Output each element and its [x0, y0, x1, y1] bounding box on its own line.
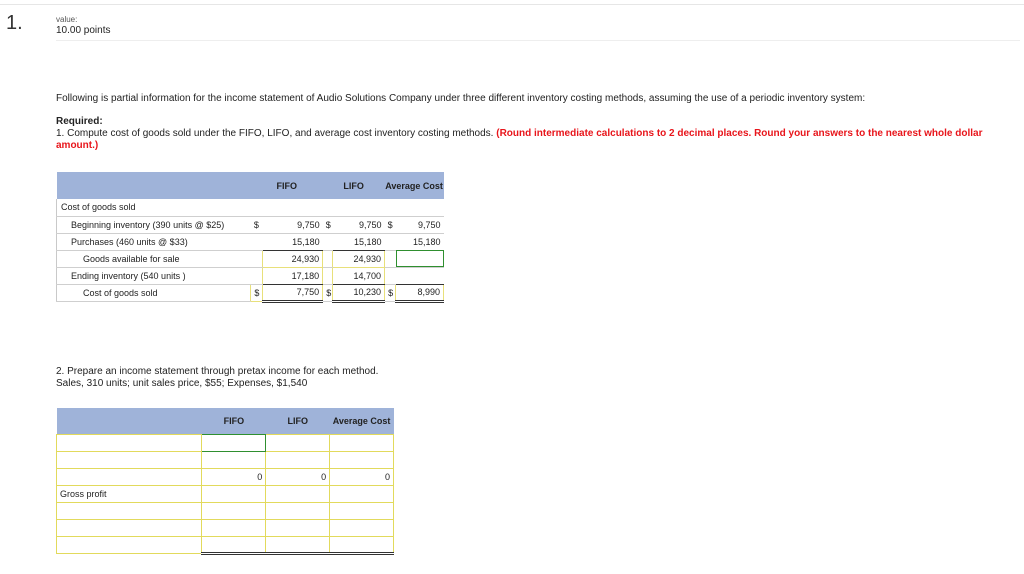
lifo-beginning-inventory: 9,750 — [332, 216, 385, 234]
row-label: Goods available for sale — [55, 250, 251, 268]
avg-goods-available-input[interactable] — [395, 250, 444, 268]
fifo-input[interactable] — [201, 518, 267, 537]
row-label-input[interactable] — [55, 535, 203, 554]
lifo-purchases: 15,180 — [332, 233, 385, 251]
row-label: Beginning inventory (390 units @ $25) — [55, 216, 251, 234]
part2-line2: Sales, 310 units; unit sales price, $55;… — [56, 378, 308, 389]
section-label: Cost of goods sold — [55, 199, 251, 217]
table-row: Goods available for sale 24,930 24,930 — [55, 249, 444, 268]
lifo-ending-inventory-input[interactable]: 14,700 — [332, 266, 386, 285]
row-label: Gross profit — [55, 484, 203, 503]
avg-input[interactable] — [329, 501, 394, 520]
fifo-cogs-input[interactable]: 7,750 — [262, 283, 324, 303]
lifo-input[interactable] — [265, 484, 331, 503]
table-row: Cost of goods sold $ 7,750 $ 10,230 $ 8,… — [55, 283, 444, 303]
header-average-cost: Average Cost — [384, 172, 444, 199]
fifo-ending-inventory-input[interactable]: 17,180 — [262, 266, 324, 285]
table-row: Beginning inventory (390 units @ $25) $ … — [55, 216, 444, 234]
fifo-input[interactable] — [201, 484, 267, 503]
avg-input[interactable] — [329, 450, 394, 469]
dollar-sign — [384, 250, 396, 268]
lifo-input[interactable] — [265, 535, 331, 555]
header-lifo: LIFO — [322, 172, 385, 199]
dollar-sign: $ — [384, 284, 396, 302]
fifo-input[interactable] — [201, 501, 267, 520]
table-row: Purchases (460 units @ $33) 15,180 15,18… — [55, 233, 444, 251]
dollar-sign: $ — [322, 284, 333, 302]
fifo-input[interactable] — [201, 450, 267, 469]
avg-cogs-input[interactable]: 8,990 — [395, 283, 444, 303]
part1-instructions: 1. Compute cost of goods sold under the … — [56, 128, 1016, 152]
row-label-input[interactable] — [55, 518, 203, 537]
dollar-sign — [322, 233, 333, 251]
part2-line1: 2. Prepare an income statement through p… — [56, 366, 379, 377]
required-heading: Required: — [56, 116, 103, 127]
income-statement-table: FIFO LIFO Average Cost 0 0 0 Gross profi… — [55, 408, 394, 555]
avg-input[interactable] — [329, 484, 394, 503]
avg-purchases: 15,180 — [395, 233, 444, 251]
avg-beginning-inventory: 9,750 — [395, 216, 444, 234]
lifo-input[interactable] — [265, 501, 331, 520]
dollar-sign: $ — [250, 283, 264, 302]
dollar-sign — [384, 233, 396, 251]
row-label: Purchases (460 units @ $33) — [55, 233, 251, 251]
header-blank — [56, 172, 251, 199]
row-label-input[interactable] — [55, 450, 203, 469]
table-row — [55, 433, 394, 452]
table-row — [55, 518, 394, 537]
row-label: Ending inventory (540 units ) — [55, 267, 251, 285]
value-label: value: — [56, 15, 78, 24]
dollar-sign — [250, 267, 263, 285]
intro-text: Following is partial information for the… — [56, 93, 866, 104]
lifo-cogs-input[interactable]: 10,230 — [332, 283, 386, 303]
row-label-input[interactable] — [55, 501, 203, 520]
value-points: 10.00 points — [56, 25, 111, 36]
dollar-sign: $ — [250, 216, 263, 234]
header-divider — [56, 40, 1020, 41]
fifo-beginning-inventory: 9,750 — [262, 216, 323, 234]
part1-prefix: 1. Compute cost of goods sold under the … — [56, 128, 494, 139]
avg-input[interactable] — [329, 433, 394, 452]
fifo-input[interactable] — [201, 535, 267, 555]
header-average-cost: Average Cost — [329, 408, 394, 434]
fifo-goods-available-input[interactable]: 24,930 — [262, 249, 324, 268]
table-row — [55, 501, 394, 520]
dollar-sign — [384, 267, 396, 285]
dollar-sign — [322, 267, 333, 285]
part2-instructions: 2. Prepare an income statement through p… — [56, 366, 378, 390]
header-blank — [56, 408, 202, 434]
lifo-input[interactable] — [265, 433, 331, 452]
row-label: Cost of goods sold — [55, 284, 251, 302]
dollar-sign — [250, 233, 263, 251]
table-row: Gross profit — [55, 484, 394, 503]
header-lifo: LIFO — [265, 408, 330, 434]
table-row: Ending inventory (540 units ) 17,180 14,… — [55, 266, 444, 285]
question-number: 1. — [6, 12, 23, 34]
cogs-table: FIFO LIFO Average Cost Cost of goods sol… — [55, 172, 444, 303]
row-label-input[interactable] — [55, 467, 203, 486]
avg-ending-inventory-input[interactable] — [395, 267, 444, 285]
row-label-input[interactable] — [55, 433, 203, 452]
lifo-goods-available-input[interactable]: 24,930 — [332, 249, 386, 268]
top-divider — [0, 4, 1024, 5]
header-fifo: FIFO — [201, 408, 266, 434]
fifo-gross-profit-value: 0 — [201, 467, 267, 486]
table-row — [55, 450, 394, 469]
fifo-purchases: 15,180 — [262, 233, 323, 251]
avg-input[interactable] — [329, 535, 394, 555]
table-row — [55, 535, 394, 555]
lifo-input[interactable] — [265, 518, 331, 537]
avg-input[interactable] — [329, 518, 394, 537]
table-row: 0 0 0 — [55, 467, 394, 486]
dollar-sign — [322, 250, 333, 268]
dollar-sign: $ — [384, 216, 396, 234]
lifo-gross-profit-value: 0 — [265, 467, 331, 486]
dollar-sign: $ — [322, 216, 333, 234]
dollar-sign — [250, 250, 263, 268]
fifo-input[interactable] — [201, 433, 267, 452]
avg-gross-profit-value: 0 — [329, 467, 394, 486]
header-fifo: FIFO — [250, 172, 323, 199]
lifo-input[interactable] — [265, 450, 331, 469]
